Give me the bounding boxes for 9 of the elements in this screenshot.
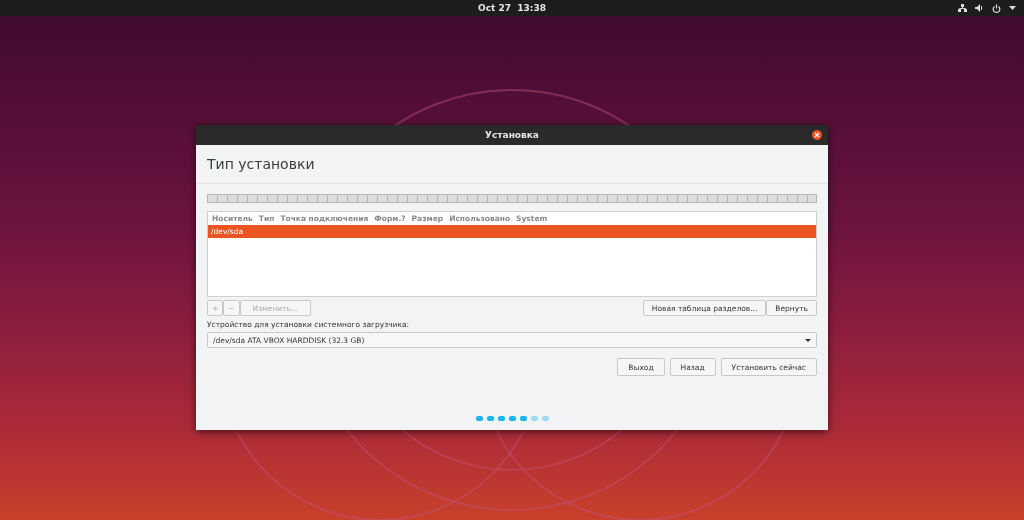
- volume-icon[interactable]: [975, 4, 984, 12]
- network-icon[interactable]: [958, 4, 967, 12]
- close-icon[interactable]: [812, 130, 822, 140]
- caret-icon: [805, 338, 811, 342]
- page-heading: Тип установки: [207, 156, 315, 172]
- clock[interactable]: Oct 27 13:38: [478, 3, 546, 13]
- power-icon[interactable]: [992, 3, 1001, 13]
- window-title: Установка: [485, 130, 539, 140]
- caret-icon[interactable]: [1009, 6, 1016, 10]
